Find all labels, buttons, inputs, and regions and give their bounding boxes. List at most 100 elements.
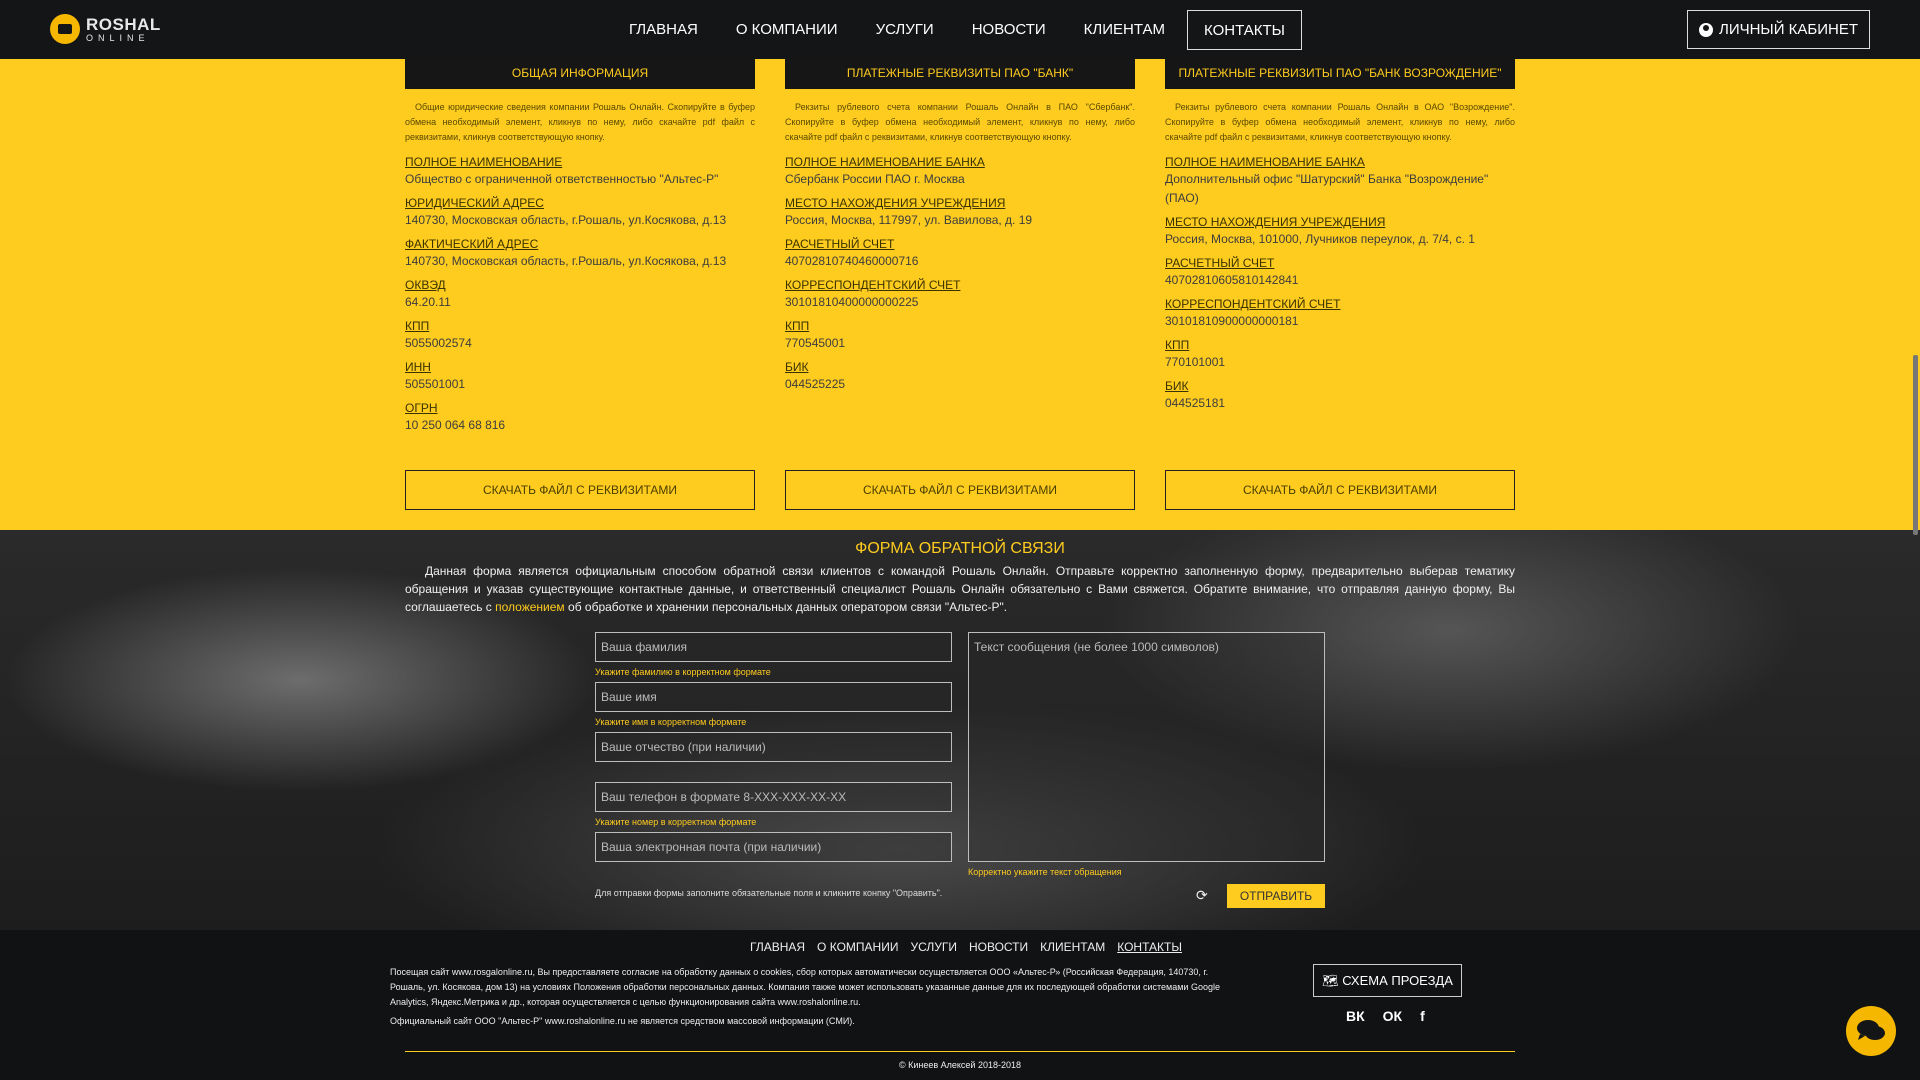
field-label: КПП [785,319,810,333]
field-bank-name[interactable]: ПОЛНОЕ НАИМЕНОВАНИЕ БАНКА Сбербанк России… [785,154,1135,189]
field-value[interactable]: Россия, Москва, 117997, ул. Вавилова, д.… [785,211,1135,230]
nav-item-news[interactable]: НОВОСТИ [953,10,1065,50]
field-label: КОРРЕСПОНДЕНТСКИЙ СЧЕТ [785,278,961,292]
field-value[interactable]: 30101810400000000225 [785,293,1135,312]
field-value[interactable]: 770101001 [1165,353,1515,372]
footer-nav: ГЛАВНАЯ О КОМПАНИИ УСЛУГИ НОВОСТИ КЛИЕНТ… [750,940,1194,954]
phone-input[interactable]: Ваш телефон в формате 8-XXX-XXX-XX-XX [595,782,952,812]
field-value[interactable]: Дополнительный офис "Шатурский" Банка "В… [1165,170,1515,208]
privacy-policy-link[interactable]: положением [495,600,565,614]
field-value[interactable]: 64.20.11 [405,293,755,312]
requisites-column-bank: ПЛАТЕЖНЫЕ РЕКВИЗИТЫ ПАО "БАНК" Рекзиты р… [785,59,1135,400]
field-full-name[interactable]: ПОЛНОЕ НАИМЕНОВАНИЕ Общество с ограниченн… [405,154,755,189]
name-error: Укажите имя в корректном формате [595,717,747,727]
footer-nav-services[interactable]: УСЛУГИ [910,940,957,954]
nav-item-services[interactable]: УСЛУГИ [857,10,953,50]
field-label: МЕСТО НАХОЖДЕНИЯ УЧРЕЖДЕНИЯ [1165,215,1386,229]
field-label: КПП [405,319,430,333]
field-value[interactable]: 5055002574 [405,334,755,353]
media-notice: Официальный сайт ООО "Альтес-Р" www.rosh… [390,1016,855,1026]
footer-nav-home[interactable]: ГЛАВНАЯ [750,940,805,954]
nav-item-contacts[interactable]: КОНТАКТЫ [1187,10,1302,50]
email-input[interactable]: Ваша электронная почта (при наличии) [595,832,952,862]
field-legal-address[interactable]: ЮРИДИЧЕСКИЙ АДРЕС 140730, Московская обла… [405,195,755,230]
logo[interactable]: ROSHAL ONLINE [50,14,161,44]
field-value[interactable]: 30101810900000000181 [1165,312,1515,331]
field-kpp[interactable]: КПП 5055002574 [405,318,755,353]
field-value[interactable]: 505501001 [405,375,755,394]
field-corr-account[interactable]: КОРРЕСПОНДЕНТСКИЙ СЧЕТ 301018109000000001… [1165,296,1515,331]
field-okved[interactable]: ОКВЭД 64.20.11 [405,277,755,312]
download-requisites-button[interactable]: СКАЧАТЬ ФАЙЛ С РЕКВИЗИТАМИ [785,470,1135,510]
cabinet-label: ЛИЧНЫЙ КАБИНЕТ [1718,21,1859,38]
field-label: ОКВЭД [405,278,446,292]
chat-widget-button[interactable] [1846,1006,1896,1056]
field-actual-address[interactable]: ФАКТИЧЕСКИЙ АДРЕС 140730, Московская обла… [405,236,755,271]
footer-nav-about[interactable]: О КОМПАНИИ [817,940,898,954]
refresh-icon[interactable]: ⟳ [1196,887,1208,904]
column-title: ОБЩАЯ ИНФОРМАЦИЯ [405,59,755,89]
field-label: БИК [785,360,809,374]
download-requisites-button[interactable]: СКАЧАТЬ ФАЙЛ С РЕКВИЗИТАМИ [405,470,755,510]
footer-nav-news[interactable]: НОВОСТИ [969,940,1028,954]
field-value[interactable]: 40702810740460000716 [785,252,1135,271]
nav-item-clients[interactable]: КЛИЕНТАМ [1065,10,1184,50]
logo-line2: ONLINE [86,32,150,43]
field-label: ОГРН [405,401,438,415]
field-settlement-account[interactable]: РАСЧЕТНЫЙ СЧЕТ 40702810740460000716 [785,236,1135,271]
message-textarea[interactable]: Текст сообщения (не более 1000 символов) [968,632,1325,862]
site-footer: ГЛАВНАЯ О КОМПАНИИ УСЛУГИ НОВОСТИ КЛИЕНТ… [0,930,1920,1080]
nav-item-about[interactable]: О КОМПАНИИ [717,10,857,50]
field-kpp[interactable]: КПП 770101001 [1165,337,1515,372]
field-bank-location[interactable]: МЕСТО НАХОЖДЕНИЯ УЧРЕЖДЕНИЯ Россия, Москв… [785,195,1135,230]
field-ogrn[interactable]: ОГРН 10 250 064 68 816 [405,400,755,435]
scrollbar-thumb[interactable] [1913,355,1918,535]
field-bik[interactable]: БИК 044525225 [785,359,1135,394]
field-value[interactable]: 40702810605810142841 [1165,271,1515,290]
field-bank-location[interactable]: МЕСТО НАХОЖДЕНИЯ УЧРЕЖДЕНИЯ Россия, Москв… [1165,214,1515,249]
route-label: СХЕМА ПРОЕЗДА [1342,973,1453,988]
field-settlement-account[interactable]: РАСЧЕТНЫЙ СЧЕТ 40702810605810142841 [1165,255,1515,290]
odnoklassniki-icon[interactable]: ОК [1383,1008,1402,1024]
field-label: ФАКТИЧЕСКИЙ АДРЕС [405,237,539,251]
column-description: Рекзиты рублевого счета компании Рошаль … [1165,102,1515,142]
surname-input[interactable]: Ваша фамилия [595,632,952,662]
field-label: БИК [1165,379,1189,393]
facebook-icon[interactable]: f [1420,1008,1425,1024]
footer-divider [405,1051,1515,1052]
field-label: ИНН [405,360,431,374]
field-value[interactable]: Сбербанк России ПАО г. Москва [785,170,1135,189]
field-corr-account[interactable]: КОРРЕСПОНДЕНТСКИЙ СЧЕТ 301018104000000002… [785,277,1135,312]
name-input[interactable]: Ваше имя [595,682,952,712]
field-value[interactable]: 10 250 064 68 816 [405,416,755,435]
social-links: ВК ОК f [1346,1008,1425,1024]
cookies-notice: Посещая сайт www.rosgalonline.ru, Вы пре… [390,967,1220,1007]
field-value[interactable]: 044525181 [1165,394,1515,413]
download-requisites-button[interactable]: СКАЧАТЬ ФАЙЛ С РЕКВИЗИТАМИ [1165,470,1515,510]
field-value[interactable]: 140730, Московская область, г.Рошаль, ул… [405,211,755,230]
submit-button[interactable]: ОТПРАВИТЬ [1227,884,1325,908]
field-value[interactable]: 044525225 [785,375,1135,394]
logo-icon [50,14,80,44]
field-label: ЮРИДИЧЕСКИЙ АДРЕС [405,196,544,210]
footer-legal-text: Посещая сайт www.rosgalonline.ru, Вы пре… [390,965,1240,1033]
field-bik[interactable]: БИК 044525181 [1165,378,1515,413]
field-label: ПОЛНОЕ НАИМЕНОВАНИЕ БАНКА [1165,155,1365,169]
form-title: ФОРМА ОБРАТНОЙ СВЯЗИ [855,540,1065,557]
column-description: Рекзиты рублевого счета компании Рошаль … [785,102,1135,142]
footer-nav-clients[interactable]: КЛИЕНТАМ [1040,940,1105,954]
field-value[interactable]: 770545001 [785,334,1135,353]
field-value[interactable]: Общество с ограниченной ответственностью… [405,170,755,189]
footer-nav-contacts[interactable]: КОНТАКТЫ [1117,940,1182,954]
field-inn[interactable]: ИНН 505501001 [405,359,755,394]
field-bank-name[interactable]: ПОЛНОЕ НАИМЕНОВАНИЕ БАНКА Дополнительный … [1165,154,1515,208]
personal-cabinet-button[interactable]: ЛИЧНЫЙ КАБИНЕТ [1687,10,1870,49]
field-value[interactable]: Россия, Москва, 101000, Лучников переуло… [1165,230,1515,249]
nav-item-home[interactable]: ГЛАВНАЯ [610,10,717,50]
field-value[interactable]: 140730, Московская область, г.Рошаль, ул… [405,252,755,271]
field-kpp[interactable]: КПП 770545001 [785,318,1135,353]
route-map-button[interactable]: 🗺 СХЕМА ПРОЕЗДА [1313,964,1462,997]
vk-icon[interactable]: ВК [1346,1008,1365,1024]
patronymic-input[interactable]: Ваше отчество (при наличии) [595,732,952,762]
logo-line1: ROSHAL [86,14,161,34]
